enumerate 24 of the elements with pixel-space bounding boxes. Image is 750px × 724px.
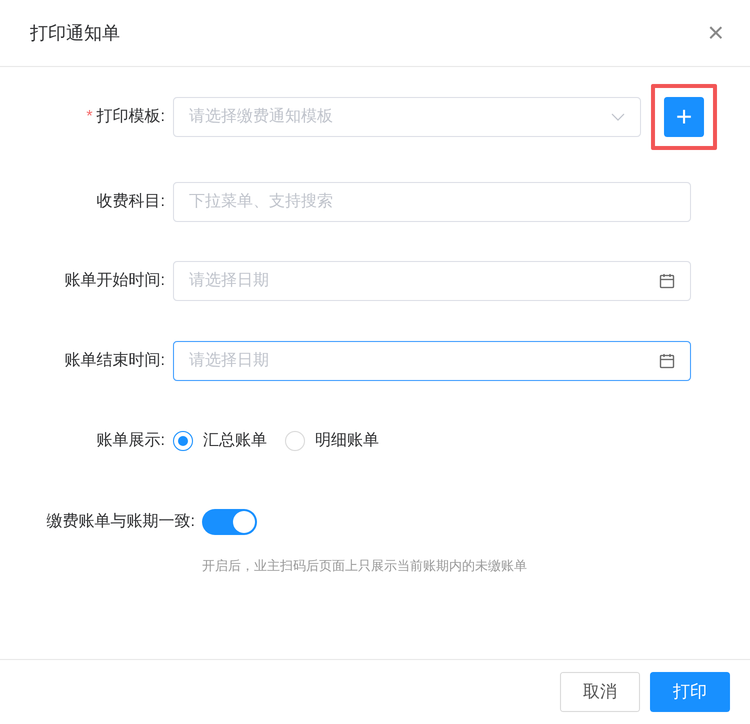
date-field[interactable]: 请选择日期 [173,341,691,381]
calendar-icon [659,273,675,289]
close-button[interactable]: × [708,19,724,47]
add-button[interactable]: + [664,97,704,137]
radio-option[interactable]: 明细账单 [285,429,379,453]
field-label: 打印模板: [96,106,165,127]
required-mark: * [86,107,93,127]
chevron-down-icon [611,113,625,121]
print-button[interactable]: 打印 [650,672,730,712]
field-label: 收费科目: [96,192,165,212]
field-label: 账单展示: [96,431,165,451]
radio-button[interactable] [173,431,193,451]
dialog-title: 打印通知单 [30,22,120,44]
toggle-switch[interactable] [202,509,257,535]
date-field[interactable]: 请选择日期 [173,261,691,301]
calendar-icon [659,353,675,369]
input-field[interactable]: 下拉菜单、支持搜索 [173,182,691,222]
hint-text: 开启后，业主扫码后页面上只展示当前账期内的未缴账单 [202,558,527,573]
cancel-button[interactable]: 取消 [560,672,640,712]
field-label: 账单结束时间: [64,350,165,371]
field-label: 缴费账单与账期一致: [46,512,195,532]
radio-option[interactable]: 汇总账单 [173,429,267,453]
field-label: 账单开始时间: [64,270,165,291]
select-field[interactable]: 请选择缴费通知模板 [173,97,641,137]
